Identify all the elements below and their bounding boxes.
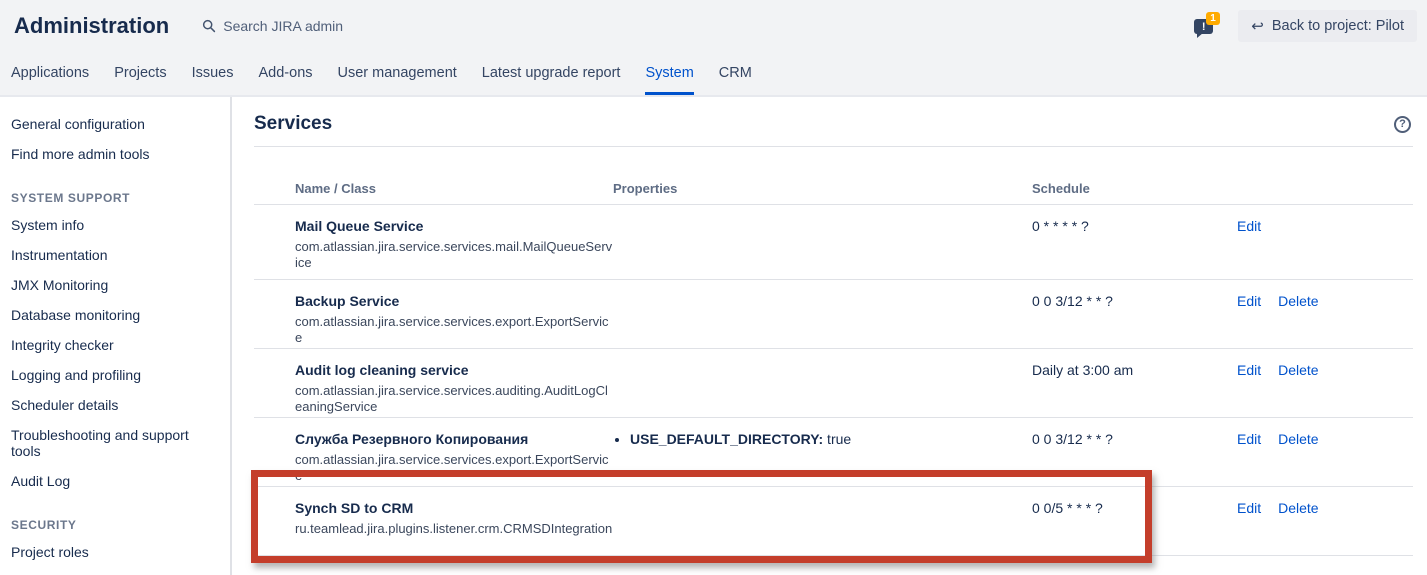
service-name-class-cell: Служба Резервного Копирования com.atlassi… bbox=[254, 418, 613, 486]
service-actions-cell: Edit Delete bbox=[1237, 349, 1413, 417]
service-schedule: 0 * * * * ? bbox=[1032, 205, 1237, 279]
service-actions-cell: Edit Delete bbox=[1237, 418, 1413, 486]
service-name: Mail Queue Service bbox=[295, 218, 613, 235]
delete-link[interactable]: Delete bbox=[1278, 431, 1318, 447]
edit-link[interactable]: Edit bbox=[1237, 218, 1261, 234]
service-class: com.atlassian.jira.service.services.mail… bbox=[295, 239, 613, 270]
search-input[interactable] bbox=[223, 18, 453, 34]
service-properties-cell bbox=[613, 487, 1032, 555]
edit-link[interactable]: Edit bbox=[1237, 362, 1261, 378]
service-name-class-cell: Audit log cleaning service com.atlassian.… bbox=[254, 349, 613, 417]
service-class: ru.teamlead.jira.plugins.listener.crm.CR… bbox=[295, 521, 613, 537]
sidebar-item-instrumentation[interactable]: Instrumentation bbox=[11, 240, 220, 270]
admin-sidebar: General configurationFind more admin too… bbox=[0, 97, 232, 575]
service-properties-cell bbox=[613, 349, 1032, 417]
services-table: Name / ClassPropertiesSchedule Mail Queu… bbox=[254, 173, 1413, 556]
sidebar-section-security: SECURITY bbox=[11, 518, 220, 532]
service-schedule: Daily at 3:00 am bbox=[1032, 349, 1237, 417]
services-main: Services ? Name / ClassPropertiesSchedul… bbox=[232, 97, 1427, 575]
services-table-header: Name / ClassPropertiesSchedule bbox=[254, 173, 1413, 205]
tab-projects[interactable]: Projects bbox=[114, 52, 166, 95]
column-header-name-class: Name / Class bbox=[254, 181, 613, 196]
service-row-audit-log-cleaning-service: Audit log cleaning service com.atlassian.… bbox=[254, 349, 1413, 418]
tab-system[interactable]: System bbox=[645, 52, 693, 95]
service-class: com.atlassian.jira.service.services.expo… bbox=[295, 314, 613, 345]
service-class: com.atlassian.jira.service.services.expo… bbox=[295, 452, 613, 483]
services-header: Services ? bbox=[254, 113, 1413, 147]
admin-header: Administration ! 1 ↩ Back to project: Pi… bbox=[0, 0, 1427, 97]
sidebar-section-system-support: SYSTEM SUPPORT bbox=[11, 191, 220, 205]
delete-link[interactable]: Delete bbox=[1278, 362, 1318, 378]
service-name: Synch SD to CRM bbox=[295, 500, 613, 517]
back-to-project-label: Back to project: Pilot bbox=[1272, 18, 1404, 34]
sidebar-item-general-configuration[interactable]: General configuration bbox=[11, 109, 220, 139]
services-title: Services bbox=[254, 113, 332, 135]
service-row-backup-service: Backup Service com.atlassian.jira.service… bbox=[254, 280, 1413, 349]
service-name: Служба Резервного Копирования bbox=[295, 431, 613, 448]
edit-link[interactable]: Edit bbox=[1237, 431, 1261, 447]
tab-user-management[interactable]: User management bbox=[338, 52, 457, 95]
header-bar: Administration ! 1 ↩ Back to project: Pi… bbox=[0, 0, 1427, 52]
property-key: USE_DEFAULT_DIRECTORY: bbox=[630, 431, 823, 447]
content-area: General configurationFind more admin too… bbox=[0, 97, 1427, 575]
service-row-synch-sd-to-crm: Synch SD to CRM ru.teamlead.jira.plugins.… bbox=[254, 487, 1413, 556]
service-name-class-cell: Mail Queue Service com.atlassian.jira.ser… bbox=[254, 205, 613, 279]
tab-latest-upgrade-report[interactable]: Latest upgrade report bbox=[482, 52, 621, 95]
service-name-class-cell: Backup Service com.atlassian.jira.service… bbox=[254, 280, 613, 348]
return-arrow-icon: ↩ bbox=[1251, 19, 1264, 34]
sidebar-item-database-monitoring[interactable]: Database monitoring bbox=[11, 300, 220, 330]
sidebar-item-integrity-checker[interactable]: Integrity checker bbox=[11, 330, 220, 360]
admin-search bbox=[202, 18, 453, 34]
service-properties-cell bbox=[613, 205, 1032, 279]
search-icon bbox=[202, 19, 216, 33]
service-name: Backup Service bbox=[295, 293, 613, 310]
service-schedule: 0 0 3/12 * * ? bbox=[1032, 280, 1237, 348]
sidebar-item-troubleshooting-and-support-tools[interactable]: Troubleshooting and support tools bbox=[11, 420, 220, 466]
column-header-properties: Properties bbox=[613, 181, 1032, 196]
notification-icon[interactable]: ! 1 bbox=[1194, 14, 1218, 38]
services-table-body: Mail Queue Service com.atlassian.jira.ser… bbox=[254, 205, 1413, 556]
sidebar-item-system-info[interactable]: System info bbox=[11, 210, 220, 240]
delete-link[interactable]: Delete bbox=[1278, 293, 1318, 309]
service-schedule: 0 0 3/12 * * ? bbox=[1032, 418, 1237, 486]
tab-crm[interactable]: CRM bbox=[719, 52, 752, 95]
notification-badge: 1 bbox=[1206, 12, 1220, 25]
edit-link[interactable]: Edit bbox=[1237, 293, 1261, 309]
service-name-class-cell: Synch SD to CRM ru.teamlead.jira.plugins.… bbox=[254, 487, 613, 555]
page-title: Administration bbox=[14, 13, 169, 39]
sidebar-item-scheduler-details[interactable]: Scheduler details bbox=[11, 390, 220, 420]
service-class: com.atlassian.jira.service.services.audi… bbox=[295, 383, 613, 414]
service-name: Audit log cleaning service bbox=[295, 362, 613, 379]
tab-applications[interactable]: Applications bbox=[11, 52, 89, 95]
service-actions-cell: Edit bbox=[1237, 205, 1413, 279]
delete-link[interactable]: Delete bbox=[1278, 500, 1318, 516]
sidebar-item-logging-and-profiling[interactable]: Logging and profiling bbox=[11, 360, 220, 390]
edit-link[interactable]: Edit bbox=[1237, 500, 1261, 516]
tab-issues[interactable]: Issues bbox=[192, 52, 234, 95]
service-properties-cell: USE_DEFAULT_DIRECTORY: true bbox=[613, 418, 1032, 486]
service-row-item: Служба Резервного Копирования com.atlassi… bbox=[254, 418, 1413, 487]
column-header-schedule: Schedule bbox=[1032, 181, 1237, 196]
service-actions-cell: Edit Delete bbox=[1237, 487, 1413, 555]
service-row-mail-queue-service: Mail Queue Service com.atlassian.jira.ser… bbox=[254, 205, 1413, 280]
property-list: USE_DEFAULT_DIRECTORY: true bbox=[613, 431, 1032, 447]
back-to-project-button[interactable]: ↩ Back to project: Pilot bbox=[1238, 10, 1417, 42]
service-actions-cell: Edit Delete bbox=[1237, 280, 1413, 348]
service-schedule: 0 0/5 * * * ? bbox=[1032, 487, 1237, 555]
admin-tabs: Applications Projects Issues Add-ons User ma… bbox=[0, 52, 1427, 95]
speech-bubble-tail bbox=[1197, 33, 1203, 38]
property-item: USE_DEFAULT_DIRECTORY: true bbox=[630, 431, 1032, 447]
sidebar-item-audit-log[interactable]: Audit Log bbox=[11, 466, 220, 496]
sidebar-item-find-more-admin-tools[interactable]: Find more admin tools bbox=[11, 139, 220, 169]
tab-add-ons[interactable]: Add-ons bbox=[259, 52, 313, 95]
sidebar-item-project-roles[interactable]: Project roles bbox=[11, 537, 220, 567]
help-icon[interactable]: ? bbox=[1394, 116, 1411, 133]
service-properties-cell bbox=[613, 280, 1032, 348]
sidebar-item-jmx-monitoring[interactable]: JMX Monitoring bbox=[11, 270, 220, 300]
